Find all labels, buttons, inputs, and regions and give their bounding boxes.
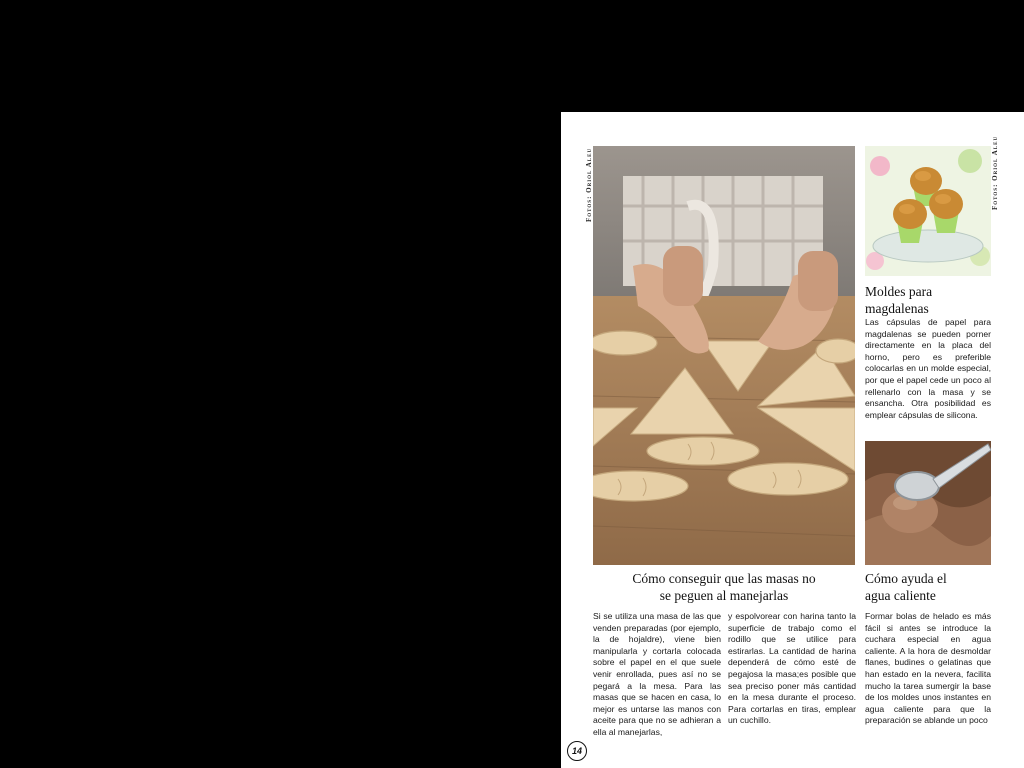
main-heading-line1: Cómo conseguir que las masas no — [632, 571, 816, 586]
page-number: 14 — [567, 741, 587, 761]
main-heading-line2: se peguen al manejarlas — [659, 588, 789, 603]
main-paragraph-col2: y espolvorear con harina tanto la superf… — [728, 611, 856, 726]
cupcakes-photo — [865, 146, 991, 276]
moldes-heading-line1: Moldes para — [865, 284, 933, 299]
agua-paragraph: Formar bolas de helado es más fácil si a… — [865, 611, 991, 726]
photo-credit-left: Fotos: Oriol Aleu — [585, 147, 593, 222]
main-heading: Cómo conseguir que las masas no se pegue… — [593, 570, 855, 604]
croissant-dough-photo — [593, 146, 855, 565]
agua-heading: Cómo ayuda el agua caliente — [865, 570, 991, 604]
main-paragraph-col1: Si se utiliza una masa de las que venden… — [593, 611, 721, 737]
moldes-heading-line2: magdalenas — [865, 301, 929, 316]
agua-heading-line1: Cómo ayuda el — [865, 571, 947, 586]
magazine-page: Fotos: Oriol Aleu Fotos: Oriol Aleu Mold… — [561, 112, 1024, 768]
moldes-heading: Moldes para magdalenas — [865, 283, 991, 317]
agua-heading-line2: agua caliente — [865, 588, 936, 603]
photo-credit-right: Fotos: Oriol Aleu — [991, 135, 999, 210]
moldes-paragraph: Las cápsulas de papel para magdalenas se… — [865, 317, 991, 420]
ice-cream-scoop-photo — [865, 441, 991, 565]
